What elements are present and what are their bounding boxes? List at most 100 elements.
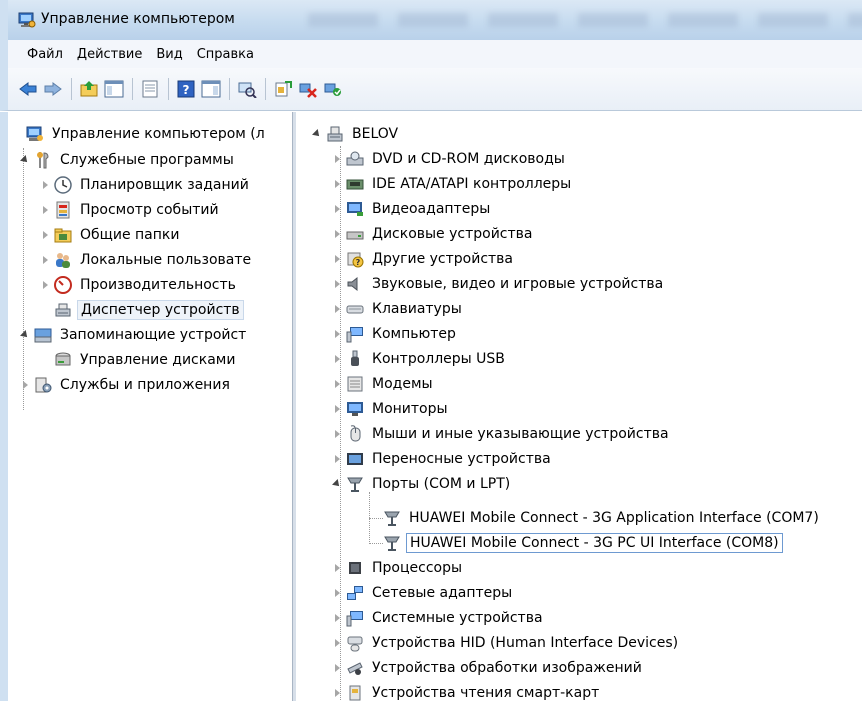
menu-bar: Файл Действие Вид Справка [0, 40, 862, 68]
tree-item-modems[interactable]: Модемы [331, 372, 436, 396]
tree-item-system-tools[interactable]: Служебные программы [19, 148, 237, 172]
title-bar: Управление компьютером [0, 0, 862, 40]
collapsed-triangle-icon[interactable] [331, 228, 343, 240]
system-device-icon [346, 609, 364, 627]
enable-device-icon[interactable] [321, 77, 345, 101]
collapsed-triangle-icon[interactable] [331, 687, 343, 699]
tree-item-mice[interactable]: Мыши и иные указывающие устройства [331, 422, 672, 446]
collapsed-triangle-icon[interactable] [331, 153, 343, 165]
tree-item-shared-folders[interactable]: Общие папки [39, 223, 182, 247]
tree-item-monitors[interactable]: Мониторы [331, 397, 451, 421]
tree-item-task-scheduler[interactable]: Планировщик заданий [39, 173, 252, 197]
export-list-icon[interactable] [138, 77, 162, 101]
tree-item-event-viewer[interactable]: Просмотр событий [39, 198, 222, 222]
collapsed-triangle-icon[interactable] [331, 278, 343, 290]
network-adapter-icon [346, 584, 364, 602]
forward-arrow-icon[interactable] [41, 77, 65, 101]
tree-item-computer-management[interactable]: Управление компьютером (л [11, 122, 268, 146]
tree-item-storage[interactable]: Запоминающие устройст [19, 323, 249, 347]
collapsed-triangle-icon[interactable] [331, 203, 343, 215]
smart-card-reader-icon [346, 684, 364, 701]
collapsed-triangle-icon[interactable] [331, 328, 343, 340]
tree-item-dvd-drives[interactable]: DVD и CD-ROM дисководы [331, 147, 568, 171]
uninstall-icon[interactable] [296, 77, 320, 101]
menu-help[interactable]: Справка [190, 45, 261, 64]
computer-management-icon [26, 125, 44, 143]
ide-controller-icon [346, 175, 364, 193]
tree-item-services-and-apps[interactable]: Службы и приложения [19, 373, 233, 397]
expanded-triangle-icon[interactable] [331, 478, 343, 490]
expanded-triangle-icon[interactable] [311, 128, 323, 140]
tree-item-port-com7[interactable]: HUAWEI Mobile Connect - 3G Application I… [383, 506, 822, 530]
tree-item-system-devices[interactable]: Системные устройства [331, 606, 546, 630]
collapsed-triangle-icon[interactable] [331, 587, 343, 599]
usb-controller-icon [346, 350, 364, 368]
navigation-pane[interactable]: Управление компьютером (л Служебные прог… [8, 120, 292, 701]
back-arrow-icon[interactable] [16, 77, 40, 101]
collapsed-triangle-icon[interactable] [331, 303, 343, 315]
event-viewer-icon [54, 201, 72, 219]
show-hide-tree-icon[interactable] [102, 77, 126, 101]
scan-hardware-icon[interactable] [235, 77, 259, 101]
tree-item-network-adapters[interactable]: Сетевые адаптеры [331, 581, 515, 605]
toolbar-separator [229, 78, 230, 100]
tree-item-root-computer[interactable]: BELOV [311, 122, 401, 146]
collapsed-triangle-icon[interactable] [331, 253, 343, 265]
collapsed-triangle-icon[interactable] [331, 378, 343, 390]
tree-item-local-users[interactable]: Локальные пользовате [39, 248, 254, 272]
tree-item-usb-controllers[interactable]: Контроллеры USB [331, 347, 508, 371]
sound-device-icon [346, 275, 364, 293]
collapsed-triangle-icon[interactable] [331, 428, 343, 440]
expanded-triangle-icon[interactable] [19, 329, 31, 341]
tree-item-display-adapters[interactable]: Видеоадаптеры [331, 197, 493, 221]
tree-item-other-devices[interactable]: ? Другие устройства [331, 247, 516, 271]
expanded-triangle-icon[interactable] [19, 154, 31, 166]
tree-item-device-manager[interactable]: Диспетчер устройств [39, 298, 244, 322]
update-driver-icon[interactable] [271, 77, 295, 101]
imaging-device-icon [346, 659, 364, 677]
up-folder-icon[interactable] [77, 77, 101, 101]
menu-view[interactable]: Вид [149, 45, 189, 64]
tree-connector [23, 148, 24, 410]
tree-item-processors[interactable]: Процессоры [331, 556, 465, 580]
collapsed-triangle-icon[interactable] [39, 204, 51, 216]
collapsed-triangle-icon[interactable] [331, 562, 343, 574]
collapsed-triangle-icon[interactable] [39, 254, 51, 266]
menu-action[interactable]: Действие [70, 45, 149, 64]
collapsed-triangle-icon[interactable] [331, 453, 343, 465]
tree-item-smart-card-readers[interactable]: Устройства чтения смарт-карт [331, 681, 602, 701]
collapsed-triangle-icon[interactable] [331, 662, 343, 674]
port-icon [383, 509, 401, 527]
portable-device-icon [346, 450, 364, 468]
tree-item-disk-management[interactable]: Управление дисками [39, 348, 238, 372]
pane-splitter[interactable] [292, 112, 296, 701]
collapsed-triangle-icon[interactable] [19, 379, 31, 391]
no-expander [39, 354, 51, 366]
tree-item-portable-devices[interactable]: Переносные устройства [331, 447, 554, 471]
tree-item-hid-devices[interactable]: Устройства HID (Human Interface Devices) [331, 631, 681, 655]
help-icon[interactable]: ? [174, 77, 198, 101]
tree-item-sound-devices[interactable]: Звуковые, видео и игровые устройства [331, 272, 666, 296]
tree-item-ide-controllers[interactable]: IDE ATA/ATAPI контроллеры [331, 172, 574, 196]
tree-item-imaging-devices[interactable]: Устройства обработки изображений [331, 656, 645, 680]
tree-item-disk-drives[interactable]: Дисковые устройства [331, 222, 536, 246]
tree-item-performance[interactable]: Производительность [39, 273, 239, 297]
tree-item-computer[interactable]: Компьютер [331, 322, 459, 346]
tree-item-port-com8[interactable]: HUAWEI Mobile Connect - 3G PC UI Interfa… [383, 531, 783, 555]
tree-item-ports[interactable]: Порты (COM и LPT) [331, 472, 513, 496]
svg-text:?: ? [183, 83, 190, 97]
collapsed-triangle-icon[interactable] [39, 229, 51, 241]
menu-file[interactable]: Файл [20, 45, 70, 64]
collapsed-triangle-icon[interactable] [39, 179, 51, 191]
collapsed-triangle-icon[interactable] [331, 612, 343, 624]
no-expander [11, 128, 23, 140]
tree-item-keyboards[interactable]: Клавиатуры [331, 297, 465, 321]
collapsed-triangle-icon[interactable] [331, 403, 343, 415]
device-tree-pane[interactable]: BELOV HUAWEI Mobile Connect - 3G Applica… [297, 120, 862, 701]
collapsed-triangle-icon[interactable] [331, 353, 343, 365]
collapsed-triangle-icon[interactable] [39, 279, 51, 291]
show-action-pane-icon[interactable] [199, 77, 223, 101]
disk-management-icon [54, 351, 72, 369]
collapsed-triangle-icon[interactable] [331, 178, 343, 190]
collapsed-triangle-icon[interactable] [331, 637, 343, 649]
